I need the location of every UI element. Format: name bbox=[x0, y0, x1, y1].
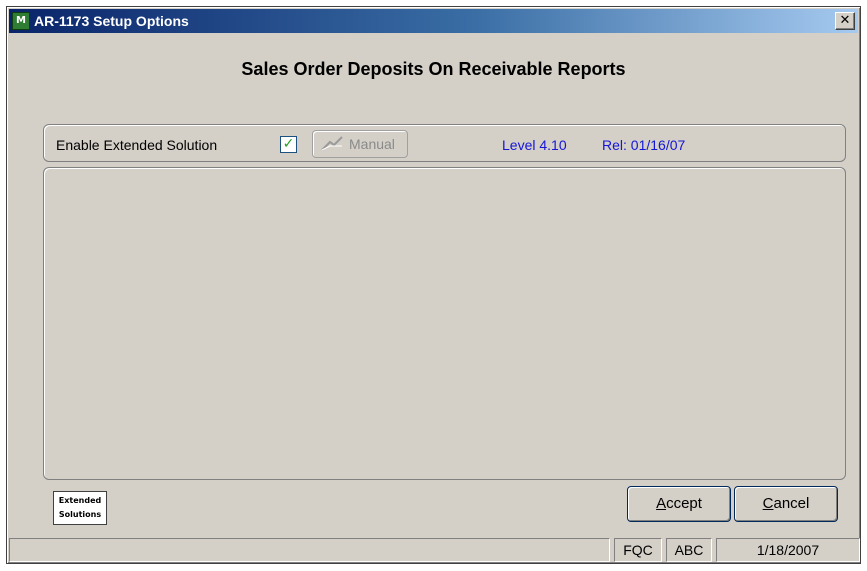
logo-line-2: Solutions bbox=[58, 510, 102, 519]
setup-options-window: M AR-1173 Setup Options ✕ Sales Order De… bbox=[6, 6, 861, 564]
accept-label: ccept bbox=[666, 495, 702, 512]
cancel-label: ancel bbox=[773, 495, 810, 512]
close-button[interactable]: ✕ bbox=[835, 12, 855, 30]
manual-button-label: Manual bbox=[349, 136, 395, 152]
checkmark-icon: ✓ bbox=[282, 136, 295, 152]
cancel-button[interactable]: Cancel bbox=[734, 486, 838, 522]
release-date-text: Rel: 01/16/07 bbox=[602, 137, 686, 153]
status-message bbox=[9, 538, 610, 562]
status-company: ABC bbox=[666, 538, 712, 562]
accept-hotkey: A bbox=[656, 495, 667, 512]
status-date: 1/18/2007 bbox=[716, 538, 860, 562]
options-panel: Enable Extended Solution ✓ Manual Level … bbox=[43, 124, 846, 162]
status-user: FQC bbox=[614, 538, 662, 562]
level-text: Level 4.10 bbox=[502, 137, 567, 153]
enable-extended-solution-checkbox[interactable]: ✓ bbox=[280, 136, 297, 153]
extended-solutions-logo: Extended Solutions bbox=[53, 491, 107, 525]
enable-extended-solution-label: Enable Extended Solution bbox=[56, 137, 218, 153]
app-icon-letters: M bbox=[16, 15, 26, 26]
accept-button[interactable]: Accept bbox=[627, 486, 731, 522]
main-content-panel bbox=[43, 167, 846, 480]
close-icon: ✕ bbox=[839, 13, 851, 28]
app-icon: M bbox=[12, 12, 30, 30]
title-bar[interactable]: M AR-1173 Setup Options ✕ bbox=[9, 9, 858, 33]
status-bar: FQC ABC 1/18/2007 bbox=[9, 538, 860, 562]
logo-line-1: Extended bbox=[58, 496, 102, 505]
cancel-hotkey: C bbox=[762, 495, 774, 512]
page-title: Sales Order Deposits On Receivable Repor… bbox=[241, 59, 626, 79]
window-title: AR-1173 Setup Options bbox=[34, 13, 189, 29]
manual-icon bbox=[321, 136, 343, 151]
manual-button[interactable]: Manual bbox=[312, 130, 408, 158]
